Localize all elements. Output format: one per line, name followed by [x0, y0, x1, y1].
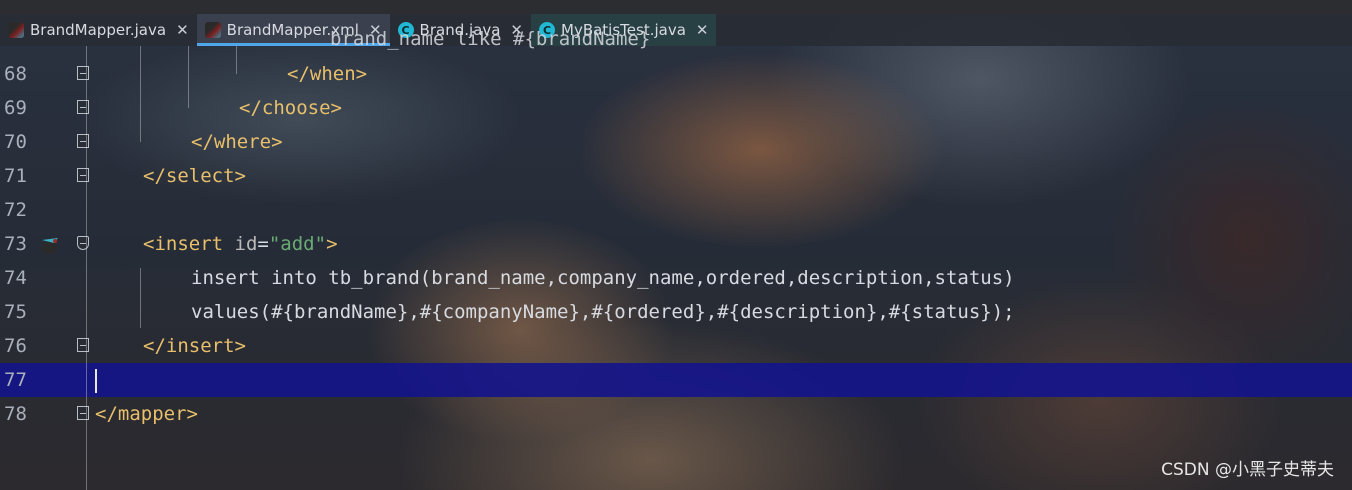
code-text: values(#{brandName},#{companyName},#{ord…: [191, 295, 1015, 329]
code-line[interactable]: 77: [0, 363, 1352, 397]
code-token: id: [234, 233, 258, 255]
fold-marker-icon[interactable]: [77, 134, 89, 148]
fold-marker-icon[interactable]: [77, 406, 89, 420]
code-line[interactable]: 76 </insert>: [0, 329, 1352, 363]
code-token: >: [326, 233, 338, 255]
line-number: 68: [4, 63, 27, 85]
watermark: CSDN @小黑子史蒂夫: [1161, 460, 1334, 480]
code-token: </mapper>: [95, 403, 198, 425]
code-token: </where>: [191, 131, 283, 153]
fold-marker-icon[interactable]: [77, 338, 89, 352]
line-number: 78: [4, 403, 27, 425]
code-line[interactable]: 71 </select>: [0, 159, 1352, 193]
code-token: </select>: [143, 165, 246, 187]
code-token: </insert>: [143, 335, 246, 357]
code-text: </mapper>: [95, 397, 198, 431]
code-line[interactable]: 74 insert into tb_brand(brand_name,compan…: [0, 261, 1352, 295]
code-text: <insert id="add">: [143, 227, 338, 261]
fold-marker-icon[interactable]: [77, 100, 89, 114]
code-line[interactable]: 75 values(#{brandName},#{companyName},#{o…: [0, 295, 1352, 329]
close-icon[interactable]: ✕: [696, 21, 709, 39]
code-text: </when>: [287, 57, 367, 91]
code-text: </insert>: [143, 329, 246, 363]
line-number: 74: [4, 267, 27, 289]
tab-label: BrandMapper.java: [30, 21, 167, 39]
indent-guide: [140, 46, 141, 142]
fold-marker-icon[interactable]: [77, 236, 89, 250]
indent-guide: [140, 268, 141, 328]
navigation-bar: [0, 0, 1352, 15]
fold-marker-icon[interactable]: [77, 168, 89, 182]
code-text: </select>: [143, 159, 246, 193]
code-token: </choose>: [239, 97, 342, 119]
gutter-divider: [86, 46, 87, 490]
code-token: </when>: [287, 63, 368, 85]
code-text: insert into tb_brand(brand_name,company_…: [191, 261, 1015, 295]
indent-guide: [236, 46, 237, 74]
close-icon[interactable]: ✕: [176, 21, 189, 39]
code-text: </choose>: [239, 91, 342, 125]
indent-guide: [188, 46, 189, 108]
text-caret: [95, 369, 97, 393]
code-token: <insert: [143, 233, 235, 255]
code-token: "add": [268, 233, 327, 255]
code-token: insert into tb_brand(brand_name,company_…: [191, 267, 1015, 289]
code-line[interactable]: 73 <insert id="add">: [0, 227, 1352, 261]
tab-brandmapper-java[interactable]: BrandMapper.java ✕: [0, 14, 197, 46]
code-line[interactable]: 69 </choose>: [0, 91, 1352, 125]
line-number: 75: [4, 301, 27, 323]
line-number: 69: [4, 97, 27, 119]
line-number: 72: [4, 199, 27, 221]
code-line[interactable]: 70 </where>: [0, 125, 1352, 159]
code-text: </where>: [191, 125, 283, 159]
editor-tab-bar: BrandMapper.java ✕ BrandMapper.xml ✕ C B…: [0, 14, 1352, 46]
code-line[interactable]: 68 </when>: [0, 57, 1352, 91]
mybatis-bird-gutter-icon[interactable]: [38, 233, 62, 255]
line-number: 70: [4, 131, 27, 153]
partially-visible-code-line: brand_name like #{brandName}: [330, 28, 651, 50]
code-token: =: [257, 233, 269, 255]
code-line[interactable]: 72: [0, 193, 1352, 227]
line-number: 76: [4, 335, 27, 357]
fold-marker-icon[interactable]: [77, 66, 89, 80]
line-number: 71: [4, 165, 27, 187]
code-editor[interactable]: brand_name like #{brandName} 68 </when> 69…: [0, 28, 1352, 490]
line-number: 77: [4, 369, 27, 391]
code-line[interactable]: 78 </mapper>: [0, 397, 1352, 431]
mybatis-bird-icon: [8, 22, 24, 38]
mybatis-bird-icon: [204, 22, 221, 38]
code-token: values(#{brandName},#{companyName},#{ord…: [191, 301, 1015, 323]
